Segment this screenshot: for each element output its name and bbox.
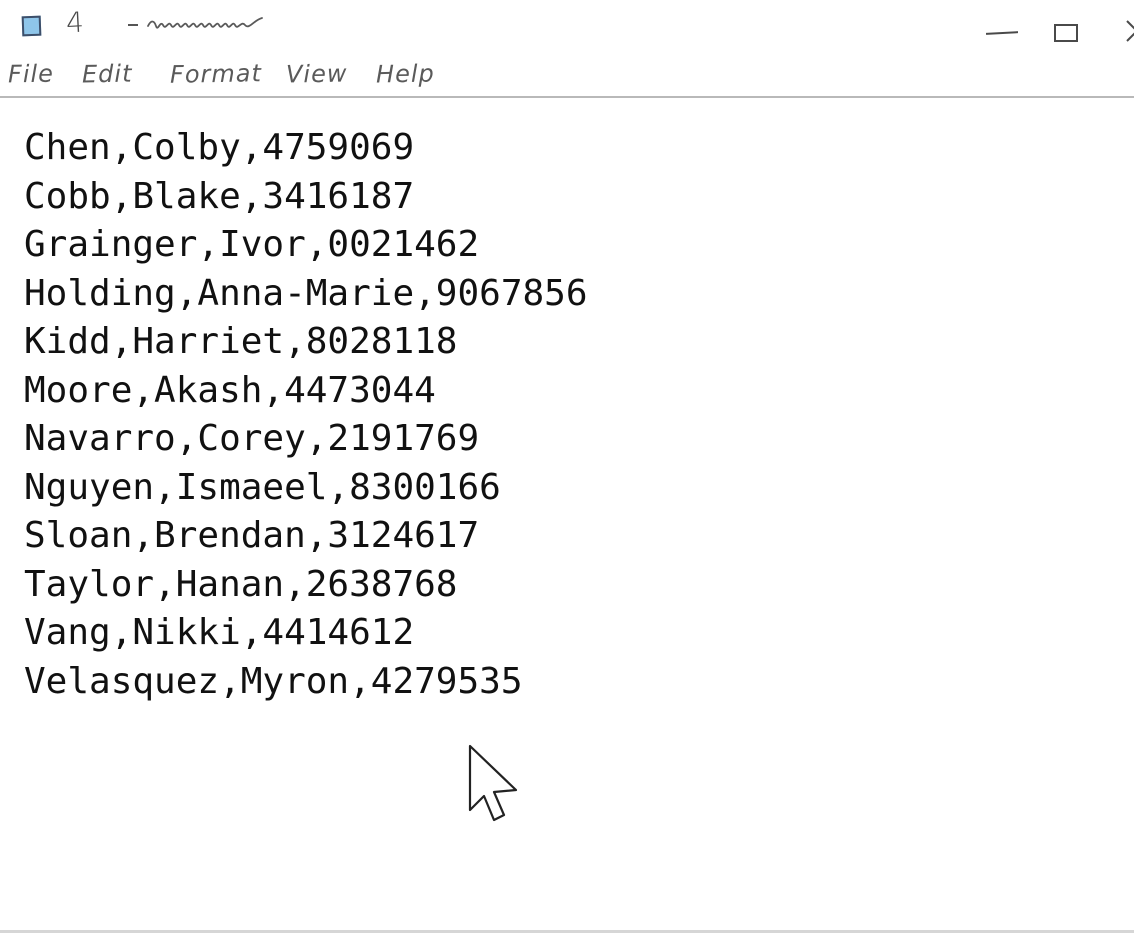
- text-line: Chen,Colby,4759069: [24, 127, 415, 168]
- text-line: Moore,Akash,4473044: [24, 369, 436, 411]
- menu-help[interactable]: Help: [376, 59, 435, 88]
- mouse-pointer-icon: [468, 744, 518, 822]
- app-name-scribble: [147, 17, 263, 29]
- text-line: Navarro,Corey,2191769: [24, 418, 480, 459]
- text-editor-area[interactable]: Chen,Colby,4759069 Cobb,Blake,3416187 Gr…: [0, 100, 1134, 930]
- window-title: 4: [65, 5, 85, 40]
- text-line: Taylor,Hanan,2638768: [24, 563, 458, 605]
- title-separator: [128, 24, 138, 26]
- text-line: Vang,Nikki,4414612: [24, 612, 415, 653]
- window-controls: [964, 16, 1134, 48]
- text-line: Nguyen,Ismaeel,8300166: [24, 466, 501, 508]
- text-content: Chen,Colby,4759069 Cobb,Blake,3416187 Gr…: [24, 124, 588, 706]
- text-line: Kidd,Harriet,8028118: [24, 321, 458, 362]
- menu-view[interactable]: View: [286, 59, 348, 88]
- text-line: Sloan,Brendan,3124617: [24, 515, 480, 556]
- maximize-icon[interactable]: [1054, 24, 1078, 42]
- menu-file[interactable]: File: [8, 60, 54, 89]
- title-bar: 4: [0, 0, 1134, 56]
- text-line: Velasquez,Myron,4279535: [24, 660, 523, 702]
- notepad-icon: [21, 15, 42, 37]
- minimize-icon[interactable]: [985, 31, 1019, 35]
- menu-edit[interactable]: Edit: [82, 60, 133, 89]
- text-line: Cobb,Blake,3416187: [24, 175, 415, 217]
- text-line: Holding,Anna-Marie,9067856: [24, 272, 588, 314]
- text-line: Grainger,Ivor,0021462: [24, 224, 480, 265]
- menu-bar: File Edit Format View Help: [0, 56, 1134, 98]
- close-icon[interactable]: [1124, 18, 1134, 44]
- menu-format[interactable]: Format: [170, 59, 262, 89]
